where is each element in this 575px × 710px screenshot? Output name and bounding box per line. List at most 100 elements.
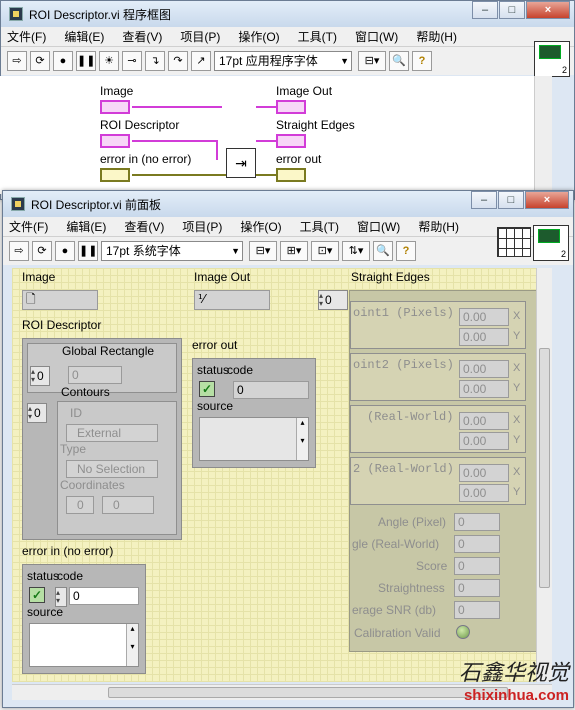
error-in-status-checkmark-icon[interactable]: ✓ (29, 587, 45, 603)
point1-real-x-field[interactable]: 0.00 (459, 412, 509, 430)
step-into-icon[interactable]: ↴ (145, 51, 165, 71)
straightness-field[interactable]: 0 (454, 579, 500, 597)
menu-window[interactable]: 窗口(W) (357, 218, 400, 235)
block-diagram-canvas[interactable]: Image ROI Descriptor error in (no error)… (0, 76, 552, 194)
point2-x-field[interactable]: 0.00 (459, 360, 509, 378)
bd-titlebar[interactable]: ROI Descriptor.vi 程序框图 – □ × (1, 1, 574, 27)
close-button[interactable]: × (525, 191, 569, 209)
run-continuous-icon[interactable]: ⟳ (32, 241, 52, 261)
error-in-source-label: source (27, 605, 64, 619)
terminal-roi[interactable] (100, 134, 130, 148)
error-in-code-field[interactable]: 0 (69, 587, 139, 605)
image-control[interactable]: 🗋 (22, 290, 98, 310)
reorder-icon[interactable]: ⇅▾ (342, 241, 370, 261)
contours-index[interactable]: 0 (27, 400, 47, 426)
image-out-indicator[interactable]: ⅟ (194, 290, 270, 310)
point1-y-field[interactable]: 0.00 (459, 328, 509, 346)
point2-y-field[interactable]: 0.00 (459, 380, 509, 398)
abort-icon[interactable]: ● (55, 241, 75, 261)
retain-wire-values-icon[interactable]: ⊸ (122, 51, 142, 71)
pause-icon[interactable]: ❚❚ (78, 241, 98, 261)
no-selection-ring[interactable]: No Selection (66, 460, 158, 478)
resize-objects-icon[interactable]: ⊡▾ (311, 241, 339, 261)
run-continuous-icon[interactable]: ⟳ (30, 51, 50, 71)
distribute-objects-icon[interactable]: ⊞▾ (280, 241, 308, 261)
maximize-button[interactable]: □ (498, 191, 524, 209)
point2-real-y-field[interactable]: 0.00 (459, 484, 509, 502)
minimize-button[interactable]: – (472, 1, 498, 19)
connector-pane-icon[interactable] (497, 227, 531, 257)
menu-edit[interactable]: 编辑(E) (64, 28, 104, 45)
menu-project[interactable]: 项目(P) (180, 28, 220, 45)
fp-vertical-scrollbar[interactable] (536, 268, 552, 682)
point1-x-field[interactable]: 0.00 (459, 308, 509, 326)
align-objects-icon[interactable]: ⊟▾ (358, 51, 386, 71)
angle-real-field[interactable]: 0 (454, 535, 500, 553)
minimize-button[interactable]: – (471, 191, 497, 209)
error-out-source-scrollbar[interactable]: ▴ ▾ (296, 418, 308, 460)
vi-icon[interactable]: 2 (534, 41, 570, 77)
error-out-code-field[interactable]: 0 (233, 381, 309, 399)
fp-vertical-scroll-thumb[interactable] (539, 348, 550, 588)
error-in-source-field[interactable]: ▴ ▾ (29, 623, 139, 667)
menu-file[interactable]: 文件(F) (9, 218, 48, 235)
fp-titlebar[interactable]: ROI Descriptor.vi 前面板 – □ × (3, 191, 573, 217)
terminal-image[interactable] (100, 100, 130, 114)
bd-vertical-scrollbar[interactable] (534, 76, 552, 194)
menu-operate[interactable]: 操作(O) (240, 218, 281, 235)
coordinates-index[interactable]: 0 (66, 496, 94, 514)
align-objects-icon[interactable]: ⊟▾ (249, 241, 277, 261)
menu-operate[interactable]: 操作(O) (238, 28, 279, 45)
fp-horizontal-scroll-thumb[interactable] (108, 687, 508, 698)
menu-view[interactable]: 查看(V) (124, 218, 164, 235)
straight-edges-index[interactable]: 0 (318, 287, 348, 313)
coordinates-value[interactable]: 0 (102, 496, 154, 514)
subvi-find-edges-icon[interactable]: ⇥ (226, 148, 256, 178)
score-field[interactable]: 0 (454, 557, 500, 575)
global-rectangle-index[interactable]: 0 (30, 363, 50, 389)
menu-help[interactable]: 帮助(H) (418, 218, 459, 235)
error-out-status-checkmark-icon[interactable]: ✓ (199, 381, 215, 397)
point1-real-y-field[interactable]: 0.00 (459, 432, 509, 450)
menu-view[interactable]: 查看(V) (122, 28, 162, 45)
menu-help[interactable]: 帮助(H) (416, 28, 457, 45)
error-in-code-label: code (57, 569, 84, 583)
terminal-error-out[interactable] (276, 168, 306, 182)
search-icon[interactable]: 🔍 (389, 51, 409, 71)
close-button[interactable]: × (526, 1, 570, 19)
menu-edit[interactable]: 编辑(E) (66, 218, 106, 235)
menu-tools[interactable]: 工具(T) (300, 218, 339, 235)
bd-label-image-out: Image Out (276, 84, 333, 98)
menu-window[interactable]: 窗口(W) (355, 28, 398, 45)
menu-tools[interactable]: 工具(T) (298, 28, 337, 45)
vi-icon[interactable]: 2 (533, 225, 569, 261)
terminal-straight-edges[interactable] (276, 134, 306, 148)
search-icon[interactable]: 🔍 (373, 241, 393, 261)
terminal-image-out[interactable] (276, 100, 306, 114)
error-out-source-field[interactable]: ▴ ▾ (199, 417, 309, 461)
run-arrow-icon[interactable]: ⇨ (9, 241, 29, 261)
calibration-valid-led[interactable] (456, 625, 470, 639)
help-icon[interactable]: ? (396, 241, 416, 261)
maximize-button[interactable]: □ (499, 1, 525, 19)
angle-pixel-field[interactable]: 0 (454, 513, 500, 531)
pause-icon[interactable]: ❚❚ (76, 51, 96, 71)
menu-project[interactable]: 项目(P) (182, 218, 222, 235)
external-ring[interactable]: External (66, 424, 158, 442)
menu-file[interactable]: 文件(F) (7, 28, 46, 45)
terminal-error-in[interactable] (100, 168, 130, 182)
point2-real-x-field[interactable]: 0.00 (459, 464, 509, 482)
abort-icon[interactable]: ● (53, 51, 73, 71)
global-rectangle-value[interactable]: 0 (68, 366, 122, 384)
help-icon[interactable]: ? (412, 51, 432, 71)
run-arrow-icon[interactable]: ⇨ (7, 51, 27, 71)
step-out-icon[interactable]: ↗ (191, 51, 211, 71)
point1-y-label: Y (513, 330, 521, 342)
bd-font-select[interactable]: 17pt 应用程序字体 ▼ (214, 51, 352, 71)
error-in-source-scrollbar[interactable]: ▴ ▾ (126, 624, 138, 666)
average-snr-field[interactable]: 0 (454, 601, 500, 619)
highlight-execution-icon[interactable]: ☀ (99, 51, 119, 71)
step-over-icon[interactable]: ↷ (168, 51, 188, 71)
error-in-code-increment[interactable] (55, 584, 67, 610)
fp-font-select[interactable]: 17pt 系统字体 ▼ (101, 241, 243, 261)
